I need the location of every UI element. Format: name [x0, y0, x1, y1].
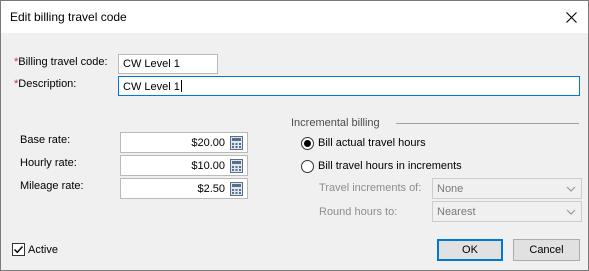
chevron-down-icon	[566, 209, 576, 215]
text-caret	[180, 80, 182, 92]
travel-increments-label: Travel increments of:	[319, 182, 422, 194]
edit-billing-travel-code-dialog: Edit billing travel code *Billing travel…	[0, 0, 589, 271]
hourly-rate-input[interactable]: $10.00	[120, 155, 248, 176]
base-rate-label: Base rate:	[20, 134, 71, 146]
base-rate-value: $20.00	[191, 137, 225, 149]
bill-actual-hours-label[interactable]: Bill actual travel hours	[318, 137, 426, 149]
base-rate-input[interactable]: $20.00	[120, 132, 248, 153]
active-label[interactable]: Active	[28, 244, 58, 256]
description-input[interactable]: CW Level 1	[118, 76, 580, 96]
description-label: *Description:	[14, 78, 77, 90]
billing-travel-code-input[interactable]: CW Level 1	[118, 54, 218, 74]
hourly-rate-value: $10.00	[191, 160, 225, 172]
cancel-button[interactable]: Cancel	[513, 239, 580, 261]
round-hours-select[interactable]: Nearest	[432, 201, 582, 222]
active-checkbox[interactable]	[12, 243, 25, 256]
round-hours-label: Round hours to:	[319, 206, 398, 218]
chevron-down-icon	[566, 186, 576, 192]
close-icon	[565, 11, 577, 23]
calculator-icon[interactable]	[230, 136, 243, 150]
incremental-billing-group-label: Incremental billing	[291, 117, 380, 129]
ok-button[interactable]: OK	[437, 239, 503, 261]
title-bar: Edit billing travel code	[1, 1, 588, 33]
hourly-rate-label: Hourly rate:	[20, 157, 77, 169]
billing-travel-code-label: *Billing travel code:	[14, 56, 108, 68]
travel-increments-select[interactable]: None	[432, 178, 582, 199]
bill-actual-hours-radio[interactable]	[301, 137, 314, 150]
mileage-rate-label: Mileage rate:	[20, 180, 84, 192]
travel-increments-value: None	[437, 183, 464, 195]
checkmark-icon	[14, 246, 24, 254]
calculator-icon[interactable]	[230, 159, 243, 173]
bill-increments-radio[interactable]	[301, 160, 314, 173]
calculator-icon[interactable]	[230, 182, 243, 196]
group-divider	[396, 123, 579, 124]
mileage-rate-value: $2.50	[197, 183, 225, 195]
dialog-title: Edit billing travel code	[10, 10, 127, 24]
round-hours-value: Nearest	[437, 206, 476, 218]
bill-increments-label[interactable]: Bill travel hours in increments	[318, 160, 462, 172]
mileage-rate-input[interactable]: $2.50	[120, 178, 248, 199]
close-button[interactable]	[554, 1, 588, 33]
